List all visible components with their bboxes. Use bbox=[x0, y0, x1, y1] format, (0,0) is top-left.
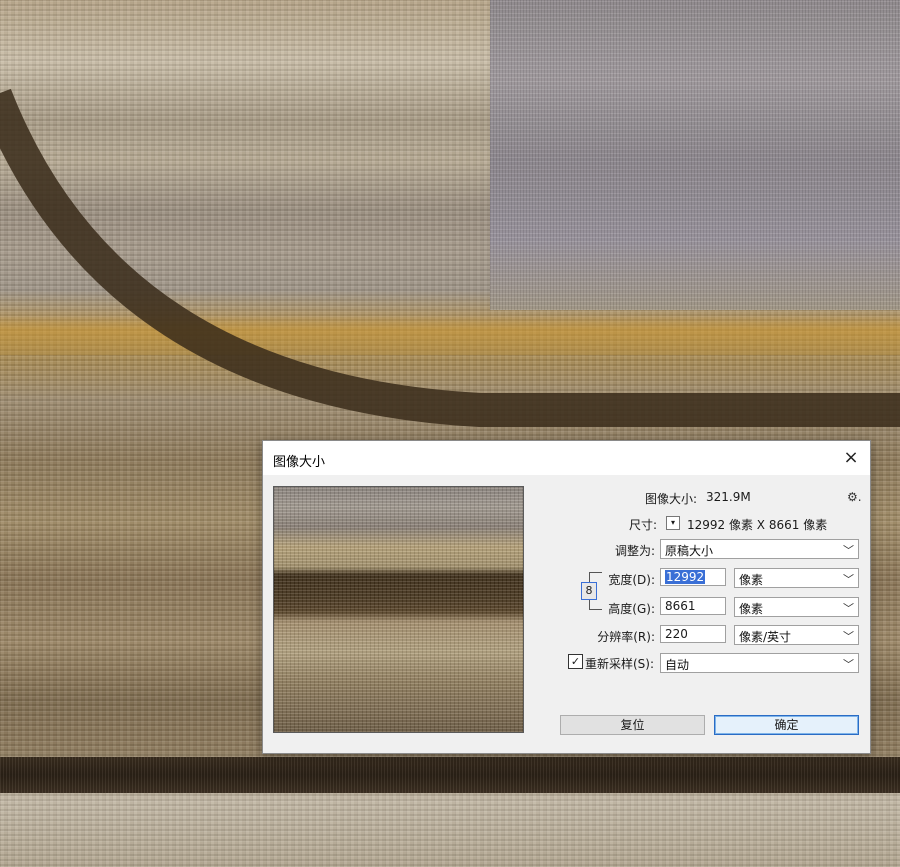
chevron-down-icon: ﹀ bbox=[843, 573, 854, 586]
fit-to-value: 原稿大小 bbox=[665, 544, 714, 558]
width-unit-dropdown[interactable]: 像素 ﹀ bbox=[734, 568, 859, 588]
chevron-down-icon: ﹀ bbox=[843, 658, 854, 671]
resolution-unit-dropdown[interactable]: 像素/英寸 ﹀ bbox=[734, 625, 859, 645]
close-icon[interactable]: × bbox=[840, 447, 862, 469]
ok-button[interactable]: 确定 bbox=[714, 715, 859, 735]
resolution-value: 220 bbox=[665, 627, 688, 641]
chevron-down-icon: ﹀ bbox=[843, 630, 854, 643]
fit-to-label: 调整为: bbox=[614, 544, 655, 558]
height-input[interactable]: 8661 bbox=[660, 597, 726, 615]
resolution-input[interactable]: 220 bbox=[660, 625, 726, 643]
image-size-dialog: 图像大小 × 图像大小: 321.9M ⚙. 尺寸: ▾ 12992 像素 X … bbox=[262, 440, 871, 754]
image-size-value: 321.9M bbox=[706, 490, 751, 504]
resample-value: 自动 bbox=[665, 658, 690, 672]
resolution-label: 分辨率(R): bbox=[597, 630, 655, 644]
height-value: 8661 bbox=[665, 599, 696, 613]
dialog-title: 图像大小 bbox=[273, 455, 326, 470]
dimensions-unit-dropdown[interactable]: ▾ bbox=[666, 516, 680, 530]
resample-checkbox[interactable]: ✓ bbox=[568, 654, 583, 669]
resample-dropdown[interactable]: 自动 ﹀ bbox=[660, 653, 859, 673]
reset-button[interactable]: 复位 bbox=[560, 715, 705, 735]
height-label: 高度(G): bbox=[608, 602, 655, 616]
height-unit-value: 像素 bbox=[739, 602, 764, 616]
width-input[interactable]: 12992 bbox=[660, 568, 726, 586]
resolution-unit-value: 像素/英寸 bbox=[739, 630, 792, 644]
height-unit-dropdown[interactable]: 像素 ﹀ bbox=[734, 597, 859, 617]
width-unit-value: 像素 bbox=[739, 573, 764, 587]
chevron-down-icon: ﹀ bbox=[843, 602, 854, 615]
width-label: 宽度(D): bbox=[608, 573, 655, 587]
width-value: 12992 bbox=[665, 570, 706, 584]
chevron-down-icon: ﹀ bbox=[843, 544, 854, 557]
gear-icon[interactable]: ⚙. bbox=[847, 490, 862, 504]
image-preview[interactable] bbox=[273, 486, 524, 733]
fit-to-dropdown[interactable]: 原稿大小 ﹀ bbox=[660, 539, 859, 559]
dialog-titlebar: 图像大小 × bbox=[263, 441, 870, 475]
resample-label: 重新采样(S): bbox=[585, 657, 655, 671]
dimensions-label: 尺寸: bbox=[628, 518, 657, 532]
image-size-label: 图像大小: bbox=[644, 492, 697, 506]
dimensions-value: 12992 像素 X 8661 像素 bbox=[687, 518, 828, 532]
